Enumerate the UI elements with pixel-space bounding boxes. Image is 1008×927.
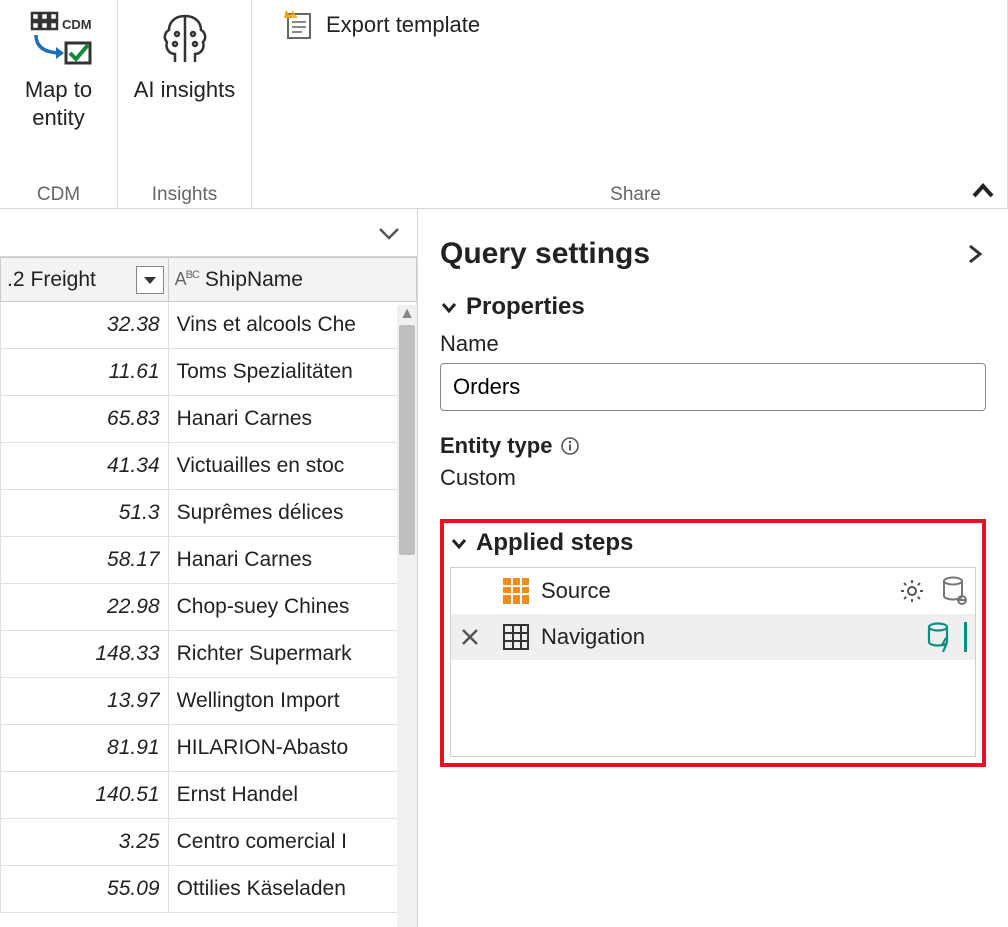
cell-shipname: Centro comercial I (168, 819, 416, 866)
query-name-input[interactable] (440, 363, 986, 411)
cell-freight: 41.34 (1, 443, 169, 490)
chevron-down-icon (450, 534, 468, 552)
ribbon-group-insights: AI insights Insights (118, 0, 252, 208)
ribbon-group-share-label: Share (610, 184, 661, 206)
text-type-icon: ABC (175, 269, 199, 290)
table-row[interactable]: 32.38Vins et alcools Che (1, 302, 417, 349)
step-label: Navigation (541, 624, 645, 650)
cell-freight: 3.25 (1, 819, 169, 866)
cell-shipname: Wellington Import (168, 678, 416, 725)
table-row[interactable]: 22.98Chop-suey Chines (1, 584, 417, 631)
applied-step-navigation[interactable]: Navigation (451, 614, 975, 660)
cell-freight: 65.83 (1, 396, 169, 443)
formula-expand-button[interactable] (375, 219, 403, 247)
cell-shipname: Vins et alcools Che (168, 302, 416, 349)
data-preview-panel: .2 Freight ABC ShipName (0, 209, 418, 927)
ribbon-collapse-button[interactable] (970, 178, 996, 204)
cell-shipname: Richter Supermark (168, 631, 416, 678)
database-lightning-icon[interactable] (926, 622, 952, 652)
cell-shipname: HILARION-Abasto (168, 725, 416, 772)
cell-shipname: Suprêmes délices (168, 490, 416, 537)
export-template-icon (282, 8, 316, 42)
table-outline-icon (501, 622, 531, 652)
table-row[interactable]: 41.34Victuailles en stoc (1, 443, 417, 490)
entity-type-label: Entity type (440, 433, 552, 459)
query-settings-title: Query settings (440, 237, 650, 271)
name-field-label: Name (440, 331, 986, 357)
cell-shipname: Chop-suey Chines (168, 584, 416, 631)
scroll-up-icon: ▲ (397, 305, 417, 323)
delete-step-button[interactable] (459, 626, 491, 648)
entity-type-value: Custom (440, 465, 986, 491)
properties-section-toggle[interactable]: Properties (440, 293, 986, 321)
brain-icon (153, 8, 217, 72)
cell-freight: 13.97 (1, 678, 169, 725)
shipname-header-label: ShipName (205, 268, 303, 292)
cell-freight: 58.17 (1, 537, 169, 584)
map-to-entity-label: Map to entity (14, 76, 103, 131)
cell-freight: 55.09 (1, 866, 169, 913)
cell-freight: 22.98 (1, 584, 169, 631)
table-row[interactable]: 55.09Ottilies Käseladen (1, 866, 417, 913)
map-to-entity-button[interactable]: CDM Map to entity (12, 6, 105, 133)
scrollbar-thumb[interactable] (399, 325, 415, 555)
cell-shipname: Victuailles en stoc (168, 443, 416, 490)
panel-collapse-button[interactable] (964, 243, 986, 265)
column-header-shipname[interactable]: ABC ShipName (168, 258, 416, 302)
database-icon[interactable] (941, 576, 967, 606)
cell-shipname: Toms Spezialitäten (168, 349, 416, 396)
cell-freight: 51.3 (1, 490, 169, 537)
cell-shipname: Hanari Carnes (168, 537, 416, 584)
table-body: 32.38Vins et alcools Che 11.61Toms Spezi… (1, 302, 417, 913)
table-row[interactable]: 3.25Centro comercial I (1, 819, 417, 866)
table-row[interactable]: 140.51Ernst Handel (1, 772, 417, 819)
query-settings-panel: Query settings Properties Name Entity ty… (418, 209, 1008, 927)
cdm-icon: CDM (24, 5, 94, 75)
table-row[interactable]: 13.97Wellington Import (1, 678, 417, 725)
cell-freight: 148.33 (1, 631, 169, 678)
applied-step-source[interactable]: Source (451, 568, 975, 614)
cell-shipname: Ottilies Käseladen (168, 866, 416, 913)
cell-freight: 32.38 (1, 302, 169, 349)
cell-shipname: Hanari Carnes (168, 396, 416, 443)
table-row[interactable]: 58.17Hanari Carnes (1, 537, 417, 584)
step-active-indicator (964, 622, 967, 652)
freight-header-label: Freight (31, 268, 96, 292)
applied-steps-highlight: Applied steps (440, 519, 986, 767)
vertical-scrollbar[interactable]: ▲ (397, 305, 417, 927)
ribbon-group-share: Export template Share (252, 0, 1008, 208)
cell-shipname: Ernst Handel (168, 772, 416, 819)
applied-steps-section-toggle[interactable]: Applied steps (450, 529, 976, 557)
export-template-button[interactable]: Export template (276, 6, 486, 44)
column-header-freight[interactable]: .2 Freight (1, 258, 169, 302)
ai-insights-label: AI insights (134, 76, 236, 104)
info-icon[interactable] (560, 436, 580, 456)
export-template-label: Export template (326, 12, 480, 38)
table-row[interactable]: 148.33Richter Supermark (1, 631, 417, 678)
chevron-down-icon (440, 298, 458, 316)
table-orange-icon (501, 576, 531, 606)
svg-text:CDM: CDM (62, 17, 92, 32)
table-row[interactable]: 65.83Hanari Carnes (1, 396, 417, 443)
table-row[interactable]: 81.91HILARION-Abasto (1, 725, 417, 772)
data-table: .2 Freight ABC ShipName (0, 257, 417, 913)
formula-bar (0, 209, 417, 257)
applied-steps-heading: Applied steps (476, 529, 633, 557)
ai-insights-button[interactable]: AI insights (132, 6, 238, 106)
cell-freight: 81.91 (1, 725, 169, 772)
freight-type-prefix: .2 (7, 268, 25, 292)
ribbon-group-insights-label: Insights (152, 184, 217, 206)
gear-icon[interactable] (899, 578, 925, 604)
cell-freight: 140.51 (1, 772, 169, 819)
ribbon: CDM Map to entity CDM (0, 0, 1008, 209)
table-row[interactable]: 51.3Suprêmes délices (1, 490, 417, 537)
step-label: Source (541, 578, 611, 604)
cell-freight: 11.61 (1, 349, 169, 396)
ribbon-group-cdm-label: CDM (37, 184, 80, 206)
freight-column-filter-button[interactable] (136, 266, 164, 294)
table-row[interactable]: 11.61Toms Spezialitäten (1, 349, 417, 396)
ribbon-group-cdm: CDM Map to entity CDM (0, 0, 118, 208)
properties-heading: Properties (466, 293, 585, 321)
applied-steps-list: Source (450, 567, 976, 757)
